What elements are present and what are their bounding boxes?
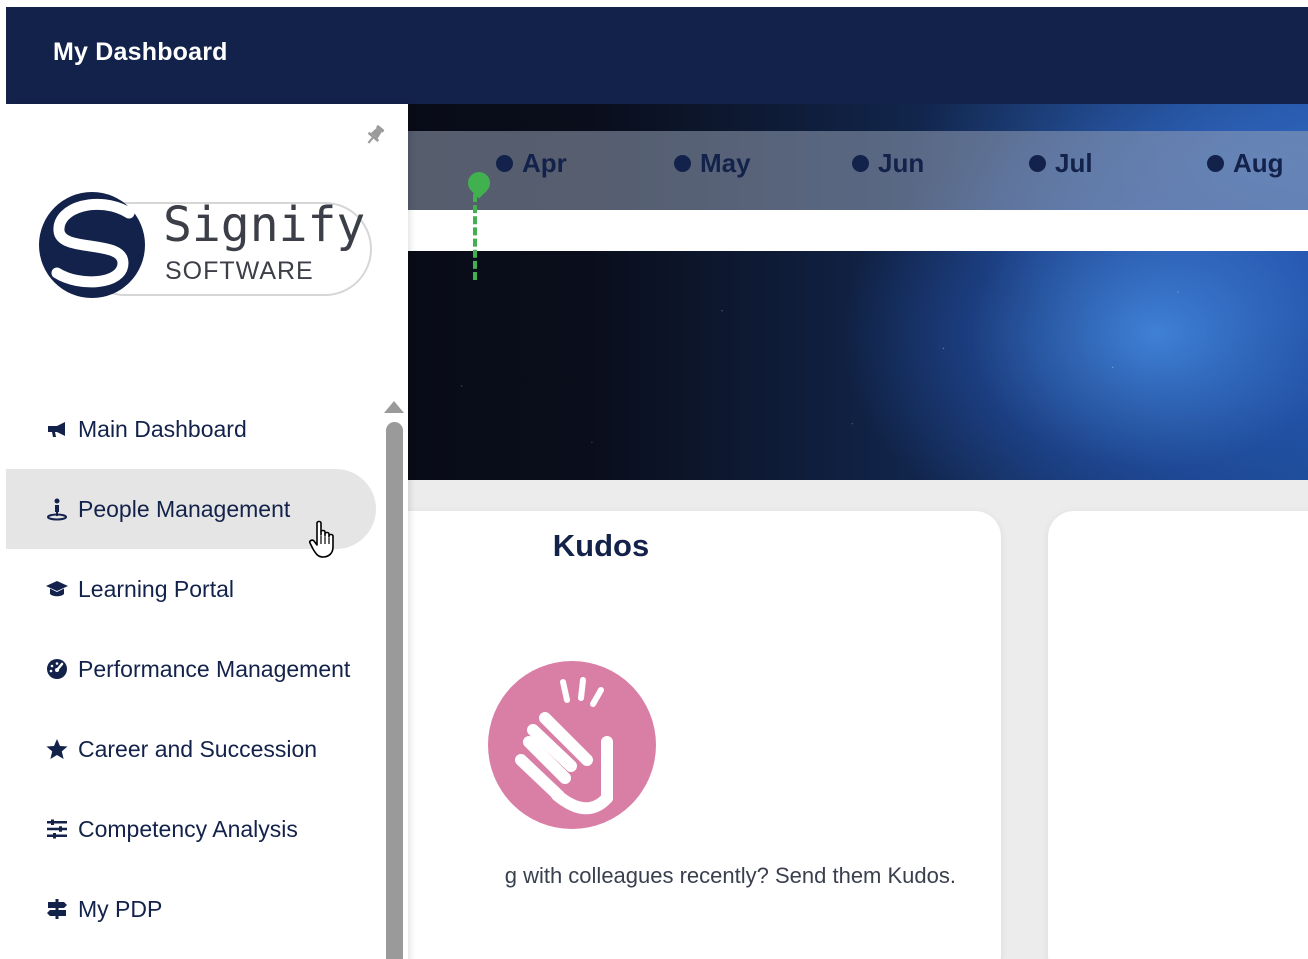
today-marker-line	[473, 194, 477, 280]
scroll-up-arrow-icon[interactable]	[384, 401, 404, 413]
person-location-icon	[44, 496, 70, 522]
signpost-icon	[44, 896, 70, 922]
timeline-month: Jul	[1029, 148, 1093, 179]
svg-text:Signify: Signify	[163, 197, 365, 253]
sliders-icon	[44, 816, 70, 842]
sidebar-item-label: Career and Succession	[78, 735, 318, 762]
svg-text:SOFTWARE: SOFTWARE	[165, 257, 314, 285]
kudos-title: Kudos	[552, 528, 650, 563]
month-dot-icon	[1207, 155, 1224, 172]
sidebar-item-label: Learning Portal	[78, 575, 234, 602]
graduation-cap-icon	[44, 576, 70, 602]
month-dot-icon	[674, 155, 691, 172]
timeline-month: Aug	[1207, 148, 1284, 179]
waving-hand-icon[interactable]	[487, 660, 657, 830]
sidebar-item-label: People Management	[78, 495, 291, 522]
sidebar-item-label: Performance Management	[78, 655, 351, 682]
sidebar-item-career-and-succession[interactable]: Career and Succession	[6, 709, 376, 789]
sidebar-item-main-dashboard[interactable]: Main Dashboard	[6, 389, 376, 469]
timeline-month: Jun	[852, 148, 924, 179]
dashboard-card	[1048, 511, 1308, 959]
signify-logo: Signify SOFTWARE	[39, 192, 372, 298]
hand-cursor-icon	[309, 520, 334, 558]
app-window: My Dashboard Apr May Jun Jul Aug Kudos g…	[6, 7, 1308, 959]
top-bar: My Dashboard	[6, 7, 1308, 104]
month-dot-icon	[852, 155, 869, 172]
sidebar: Signify SOFTWARE Main Dashboard People M…	[6, 104, 408, 959]
sidebar-item-my-pdp[interactable]: My PDP	[6, 869, 376, 949]
sidebar-item-label: My PDP	[78, 895, 163, 922]
timeline-month: Apr	[496, 148, 567, 179]
sidebar-item-competency-analysis[interactable]: Competency Analysis	[6, 789, 376, 869]
page-title: My Dashboard	[53, 38, 228, 66]
gauge-icon	[44, 656, 70, 682]
month-dot-icon	[1029, 155, 1046, 172]
sidebar-item-label: Main Dashboard	[78, 415, 247, 442]
timeline-month: May	[674, 148, 751, 179]
pin-icon[interactable]	[362, 122, 388, 148]
megaphone-icon	[44, 416, 70, 442]
sidebar-item-label: Competency Analysis	[78, 815, 298, 842]
sidebar-item-learning-portal[interactable]: Learning Portal	[6, 549, 376, 629]
sidebar-item-performance-management[interactable]: Performance Management	[6, 629, 376, 709]
sidebar-scrollbar[interactable]	[386, 422, 403, 959]
month-dot-icon	[496, 155, 513, 172]
star-icon	[44, 736, 70, 762]
